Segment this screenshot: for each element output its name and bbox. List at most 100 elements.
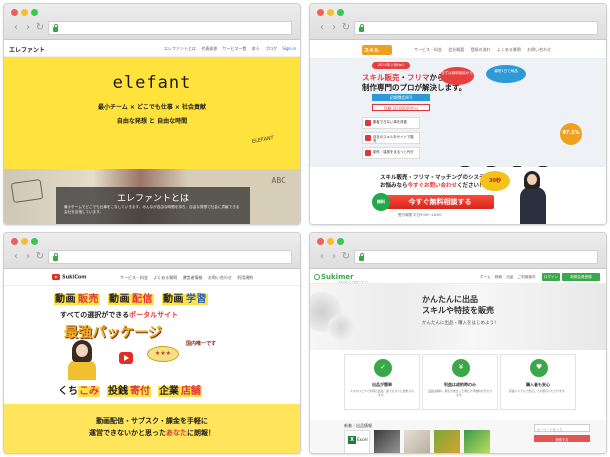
nav-link[interactable]: 利用規約 bbox=[237, 275, 253, 280]
site-logo[interactable]: スキル bbox=[362, 45, 392, 55]
nav-link[interactable]: エレファントとは bbox=[164, 46, 196, 51]
lock-icon bbox=[52, 24, 59, 32]
badge-text: 初期費用0円 bbox=[389, 95, 413, 100]
listing-card[interactable] bbox=[434, 430, 460, 453]
site-header: SukiCom サービス・料金 よくある質問 運営者情報 お問い合わせ 利用規約 bbox=[4, 270, 300, 286]
search-button[interactable]: 検索する bbox=[534, 435, 590, 442]
contact-lead: スキル販売・フリマ・マッチングのシステムで bbox=[380, 175, 496, 181]
excel-icon: X bbox=[348, 436, 356, 444]
nav-link[interactable]: 出品 bbox=[506, 275, 513, 279]
feature-title: 購入者も安心 bbox=[526, 382, 550, 387]
maximize-window-dot[interactable] bbox=[337, 238, 344, 245]
minimize-window-dot[interactable] bbox=[327, 9, 334, 16]
nav-link[interactable]: 検索 bbox=[495, 275, 502, 279]
nav-link[interactable]: サービス・料金 bbox=[120, 275, 148, 280]
button-label: 今すぐ無料相談する bbox=[408, 198, 472, 206]
address-bar[interactable] bbox=[354, 250, 598, 264]
hero-tagline: 最小チーム × どこでも仕事 × 社会貢献 bbox=[97, 104, 207, 111]
nav-link[interactable]: 求人 bbox=[252, 46, 260, 51]
back-arrow-icon[interactable]: ‹ bbox=[10, 251, 22, 263]
reload-icon[interactable]: ↻ bbox=[340, 251, 352, 263]
package-title: 最強パッケージ bbox=[64, 325, 162, 341]
headline-word: 学習 bbox=[184, 294, 208, 305]
maximize-window-dot[interactable] bbox=[31, 9, 38, 16]
maximize-window-dot[interactable] bbox=[31, 238, 38, 245]
response-time-badge: 30秒 bbox=[480, 171, 510, 191]
close-window-dot[interactable] bbox=[317, 238, 324, 245]
heart-icon: ♥ bbox=[530, 359, 548, 377]
free-badge: 無料 bbox=[372, 193, 390, 211]
announcement-section: 動画配信・サブスク・課金を手軽に 運営できないかと思ったあなたに朗報！ bbox=[4, 404, 300, 453]
nav-link[interactable]: 運営者情報 bbox=[183, 275, 203, 280]
feature-title: 利益は成約時のみ bbox=[444, 382, 476, 387]
minimize-window-dot[interactable] bbox=[327, 238, 334, 245]
badge-text: 無料 bbox=[377, 199, 385, 204]
register-button[interactable]: 新規会員登録 bbox=[562, 273, 600, 281]
feature-card: ✓ 出品が簡単 スマホひとつで手軽に出品。誰でもすぐに始められます。 bbox=[344, 354, 420, 410]
satisfaction-medal: 97.1% bbox=[560, 123, 582, 145]
close-window-dot[interactable] bbox=[11, 238, 18, 245]
badge-text: 月額 10,000円から bbox=[383, 106, 419, 111]
site-logo[interactable]: SukiCom bbox=[52, 274, 87, 281]
site-header: エレファント エレファントとは 代表挨拶 サービス一覧 求人 ブログ Sign … bbox=[4, 41, 300, 57]
minimize-window-dot[interactable] bbox=[21, 238, 28, 245]
free-consult-button[interactable]: 今すぐ無料相談する bbox=[386, 195, 494, 209]
address-bar[interactable] bbox=[48, 250, 292, 264]
address-bar[interactable] bbox=[48, 21, 292, 35]
service-headline: 動画 販売 動画 配信 動画 学習 bbox=[54, 290, 208, 305]
announcement-line-2: 運営できないかと思ったあなたに朗報！ bbox=[4, 428, 300, 438]
hero-headline: かんたんに出品 bbox=[422, 295, 478, 304]
minimize-window-dot[interactable] bbox=[21, 9, 28, 16]
about-text: 最小チームでどこでも仕事をこなしていきます。みんなが自由な時間を持ち、自由な発想… bbox=[64, 205, 240, 215]
bubble-text: まずは無料相談から bbox=[441, 71, 473, 75]
forward-arrow-icon[interactable]: › bbox=[22, 22, 34, 34]
icon-glyph: ✓ bbox=[380, 363, 386, 371]
close-window-dot[interactable] bbox=[317, 9, 324, 16]
nav-link[interactable]: お問い合わせ bbox=[527, 47, 551, 52]
nav-link[interactable]: 代表挨拶 bbox=[201, 46, 217, 51]
listing-card[interactable] bbox=[374, 430, 400, 453]
nav-link[interactable]: ご利用案内 bbox=[518, 275, 536, 279]
search-input[interactable]: キーワードを入力 bbox=[534, 424, 590, 432]
forward-arrow-icon[interactable]: › bbox=[328, 22, 340, 34]
maximize-window-dot[interactable] bbox=[337, 9, 344, 16]
announcement-line: 動画配信・サブスク・課金を手軽に bbox=[96, 417, 208, 425]
reload-icon[interactable]: ↻ bbox=[34, 22, 46, 34]
feature-section: ✓ 出品が簡単 スマホひとつで手軽に出品。誰でもすぐに始められます。 ¥ 利益は… bbox=[310, 350, 606, 420]
login-button[interactable]: ログイン bbox=[542, 273, 560, 281]
nav-link[interactable]: よくある質問 bbox=[497, 47, 521, 52]
feature-desc: 出品は無料。取引が成立した時だけ手数料がかかります。 bbox=[427, 389, 493, 397]
nav-link[interactable]: サービス・料金 bbox=[414, 47, 442, 52]
site-logo[interactable]: エレファント bbox=[9, 45, 45, 54]
reload-icon[interactable]: ↻ bbox=[340, 22, 352, 34]
hero-subtagline: 自由な発想 と 自由な時間 bbox=[116, 118, 188, 125]
nav-link[interactable]: よくある質問 bbox=[153, 275, 177, 280]
nav-link[interactable]: 登録の流れ bbox=[471, 47, 491, 52]
check-icon bbox=[365, 135, 371, 141]
nav-link[interactable]: お問い合わせ bbox=[208, 275, 232, 280]
forward-arrow-icon[interactable]: › bbox=[22, 251, 34, 263]
listing-label: Excel bbox=[357, 437, 368, 442]
browser-window-portal: ‹ › ↻ SukiCom サービス・料金 よくある質問 運営者情報 お問い合わ… bbox=[3, 232, 301, 454]
nav-link[interactable]: 会社概要 bbox=[448, 47, 464, 52]
browser-window-skill: ‹ › ↻ スキル サービス・料金 会社概要 登録の流れ よくある質問 お問い合… bbox=[309, 3, 607, 225]
bubble-text: 最短1日で納品 bbox=[494, 69, 518, 73]
lock-icon bbox=[52, 253, 59, 261]
feature-item: 自社のスキルをサイトで販売 bbox=[362, 132, 420, 144]
headline-word: 寄付 bbox=[128, 386, 151, 397]
back-arrow-icon[interactable]: ‹ bbox=[316, 251, 328, 263]
address-bar[interactable] bbox=[354, 21, 598, 35]
listing-card[interactable]: X Excel bbox=[344, 430, 370, 453]
listing-card[interactable] bbox=[464, 430, 490, 453]
back-arrow-icon[interactable]: ‹ bbox=[316, 22, 328, 34]
close-window-dot[interactable] bbox=[11, 9, 18, 16]
reload-icon[interactable]: ↻ bbox=[34, 251, 46, 263]
listing-card[interactable] bbox=[404, 430, 430, 453]
nav-link[interactable]: サービス一覧 bbox=[223, 46, 247, 51]
back-arrow-icon[interactable]: ‹ bbox=[10, 22, 22, 34]
signin-link[interactable]: Sign in bbox=[282, 46, 296, 51]
hero-section: 2020年人気No1 スキル販売・フリマから 制作専門のプロが解決します。 初期… bbox=[310, 59, 606, 224]
nav-link[interactable]: ブログ bbox=[265, 46, 277, 51]
forward-arrow-icon[interactable]: › bbox=[328, 251, 340, 263]
nav-link[interactable]: ホーム bbox=[480, 275, 491, 279]
